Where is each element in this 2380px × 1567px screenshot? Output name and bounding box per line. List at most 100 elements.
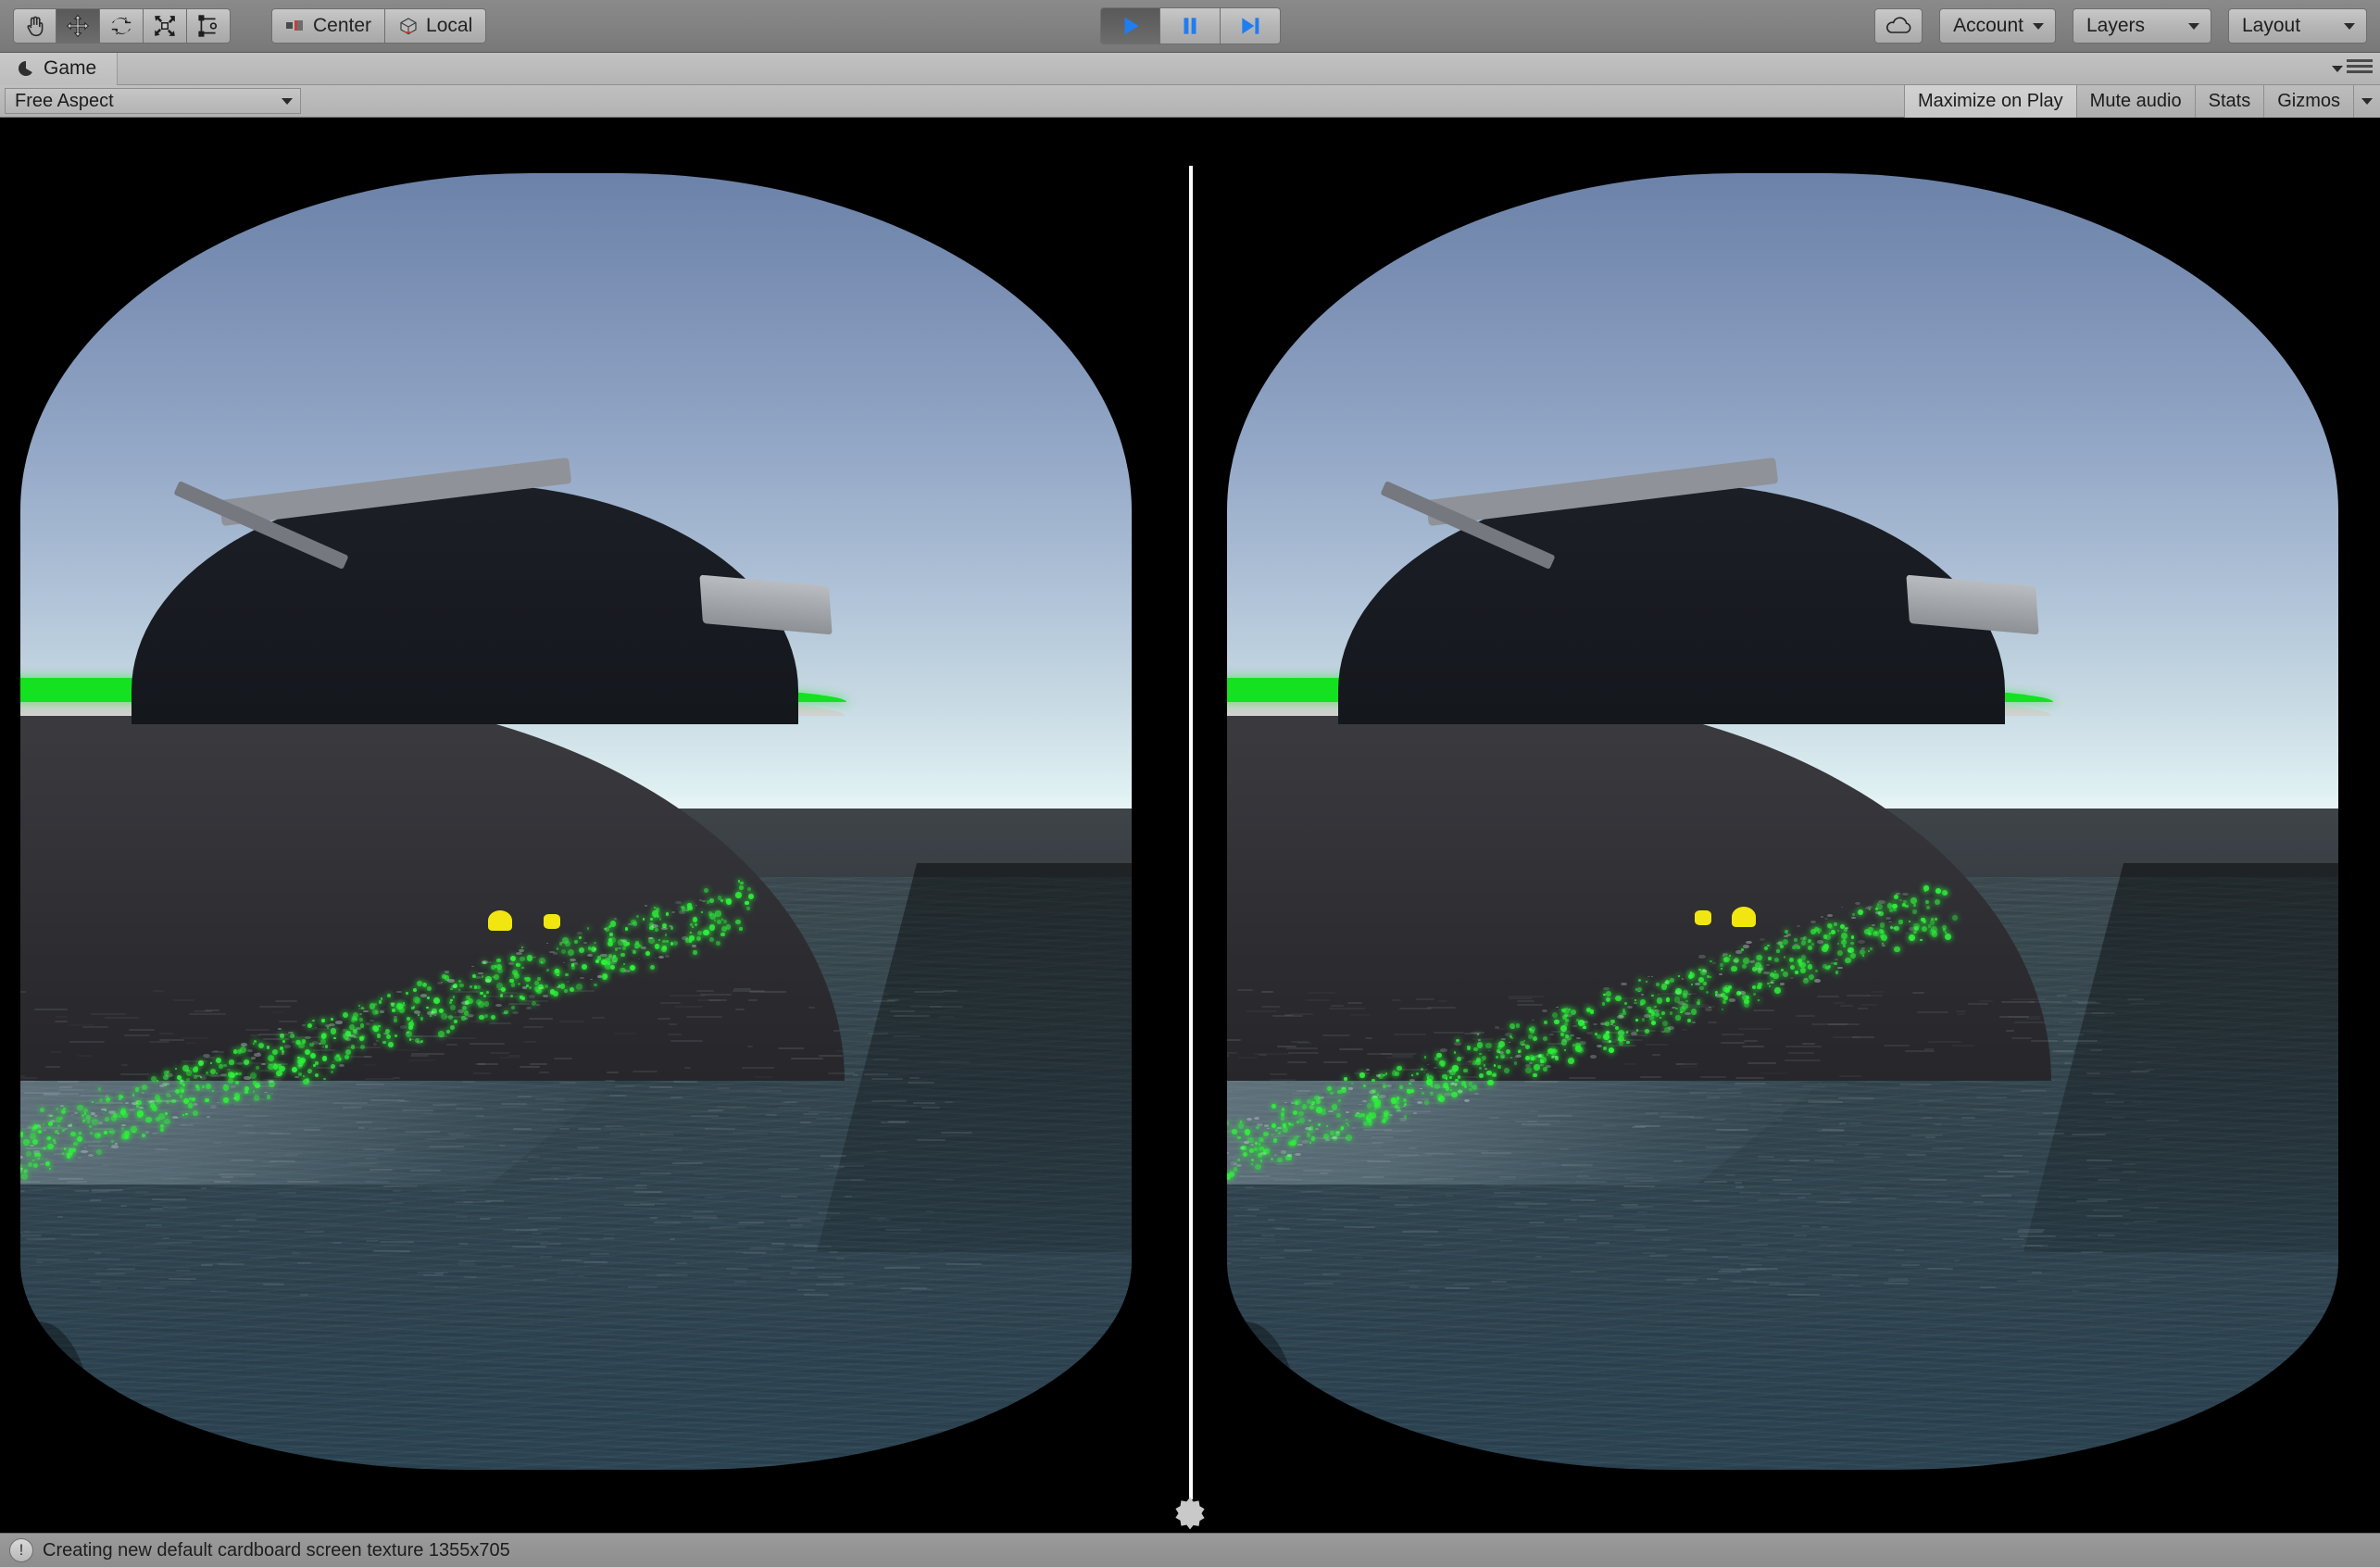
handle-space-button[interactable]: Local	[385, 8, 487, 44]
right-eye-viewport	[1190, 118, 2380, 1541]
sea-ripple	[1813, 1159, 1835, 1161]
sea-whitecap	[1861, 946, 1866, 949]
sea-ripple	[288, 1035, 323, 1038]
sea-ripple	[907, 1081, 935, 1084]
gear-icon[interactable]	[1170, 1493, 1210, 1534]
wake-particle	[1513, 1061, 1517, 1065]
sea-ripple	[2075, 1200, 2108, 1203]
sea-whitecap	[30, 1145, 34, 1147]
sea-ripple	[1409, 1147, 1417, 1150]
wake-particle	[1292, 1109, 1298, 1116]
wake-particle	[27, 1161, 32, 1167]
status-bar[interactable]: ! Creating new default cardboard screen …	[0, 1533, 2380, 1567]
sea-ripple	[1652, 1053, 1661, 1056]
rect-tool-button[interactable]	[187, 8, 231, 44]
wake-particle	[1934, 898, 1941, 906]
sea-ripple	[850, 1178, 866, 1181]
sea-ripple	[1817, 1123, 1843, 1125]
sea-whitecap	[1797, 925, 1800, 927]
aspect-ratio-dropdown[interactable]: Free Aspect	[5, 88, 301, 114]
sea-whitecap	[444, 971, 450, 974]
sea-ripple	[1960, 1124, 1993, 1127]
play-button[interactable]	[1100, 7, 1160, 44]
sea-ripple	[145, 1099, 179, 1102]
sea-ripple	[221, 1176, 233, 1178]
panel-options-menu[interactable]	[2347, 59, 2373, 73]
sea-ripple	[1871, 991, 1885, 993]
sea-ripple	[1436, 1071, 1456, 1073]
wake-particle	[179, 1095, 183, 1098]
sea-whitecap	[1589, 1055, 1597, 1059]
gizmos-dropdown[interactable]	[2353, 85, 2380, 118]
wake-particle	[63, 1107, 66, 1109]
sea-ripple	[1490, 1281, 1507, 1284]
sea-ripple	[694, 1173, 718, 1175]
sea-ripple	[1522, 1123, 1551, 1126]
sea-ripple	[470, 1043, 506, 1046]
tab-game[interactable]: Game	[0, 52, 119, 85]
sea-whitecap	[447, 978, 455, 983]
sea-whitecap	[1413, 1112, 1417, 1115]
panel-menu-caret-icon[interactable]	[2332, 66, 2343, 72]
scale-tool-button[interactable]	[144, 8, 187, 44]
sea-ripple	[2129, 1280, 2151, 1283]
wake-particle	[396, 1002, 401, 1007]
wake-particle	[1530, 1025, 1536, 1033]
wake-particle	[1365, 1114, 1372, 1122]
step-button[interactable]	[1221, 7, 1281, 44]
wake-particle	[1929, 920, 1935, 925]
sea-whitecap	[1240, 1146, 1246, 1149]
wake-particle	[229, 1059, 234, 1065]
move-tool-button[interactable]	[56, 8, 100, 44]
pivot-mode-button[interactable]: Center	[271, 8, 386, 44]
cloud-button[interactable]	[1874, 8, 1923, 44]
wake-particle	[81, 1114, 85, 1118]
wake-particle	[1373, 1109, 1376, 1111]
sea-whitecap	[665, 955, 670, 958]
maximize-on-play-toggle[interactable]: Maximize on Play	[1903, 85, 2076, 118]
sea-ripple	[833, 1283, 854, 1285]
sea-ripple	[500, 1265, 515, 1268]
sea-ripple	[1227, 1054, 1229, 1057]
sea-ripple	[640, 1203, 667, 1206]
sea-ripple	[671, 1161, 703, 1164]
sea-ripple	[1524, 1080, 1558, 1083]
sea-whitecap	[356, 1026, 362, 1030]
wake-particle	[581, 963, 587, 970]
sea-ripple	[1454, 1283, 1482, 1285]
wake-particle	[1524, 1045, 1530, 1050]
sea-whitecap	[227, 1068, 231, 1071]
layout-dropdown[interactable]: Layout	[2228, 8, 2367, 44]
sea-ripple	[1454, 1063, 1492, 1065]
wake-particle	[302, 1075, 306, 1078]
hand-tool-button[interactable]	[13, 8, 56, 44]
wake-particle	[1925, 906, 1930, 910]
sea-whitecap	[1277, 1126, 1283, 1130]
sea-ripple	[20, 1285, 21, 1287]
wake-particle	[708, 936, 714, 942]
stats-toggle[interactable]: Stats	[2194, 85, 2264, 118]
gizmos-toggle[interactable]: Gizmos	[2263, 85, 2353, 118]
sea-ripple	[1722, 1034, 1745, 1036]
wake-particle	[1873, 930, 1879, 937]
pause-button[interactable]	[1160, 7, 1221, 44]
sea-ripple	[554, 1100, 566, 1102]
sea-ripple	[1612, 1038, 1644, 1041]
wake-particle	[1769, 972, 1774, 977]
rotate-tool-button[interactable]	[100, 8, 144, 44]
sea-ripple	[1480, 1151, 1512, 1154]
sea-ripple	[1579, 1214, 1613, 1217]
wake-particle	[1479, 1052, 1482, 1056]
wake-particle	[222, 1084, 230, 1091]
sea-ripple	[296, 1262, 312, 1265]
sea-ripple	[2077, 1122, 2094, 1123]
mute-audio-toggle[interactable]: Mute audio	[2075, 85, 2195, 118]
wake-particle	[406, 992, 408, 996]
layers-dropdown[interactable]: Layers	[2073, 8, 2211, 44]
game-render-area[interactable]	[0, 118, 2380, 1541]
sea-ripple	[405, 1131, 441, 1134]
sea-ripple	[1706, 1278, 1720, 1281]
sea-ripple	[725, 1268, 748, 1271]
account-dropdown[interactable]: Account	[1939, 8, 2056, 44]
sea-whitecap	[1246, 1118, 1253, 1122]
